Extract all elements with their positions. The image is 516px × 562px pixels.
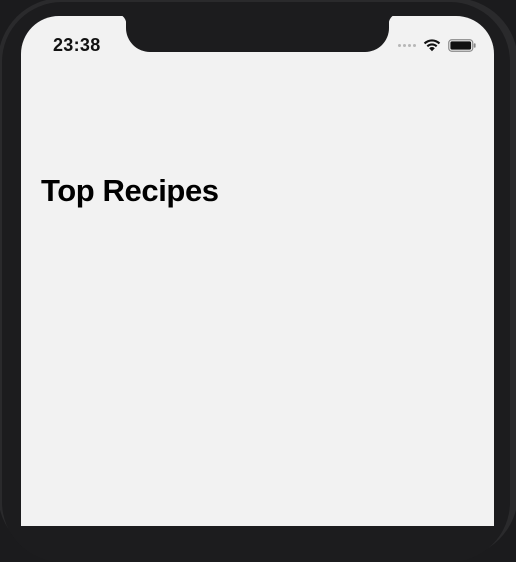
status-bar-time: 23:38 (53, 35, 101, 55)
status-bar-indicators (398, 36, 476, 54)
battery-icon (448, 38, 476, 52)
signal-dots-icon (398, 43, 416, 47)
device-frame: 23:38 Top Recipes (0, 0, 516, 562)
wifi-icon (423, 39, 441, 52)
device-notch (116, 16, 399, 52)
page-title: Top Recipes (41, 173, 219, 208)
app-screen: 23:38 Top Recipes (21, 16, 494, 526)
